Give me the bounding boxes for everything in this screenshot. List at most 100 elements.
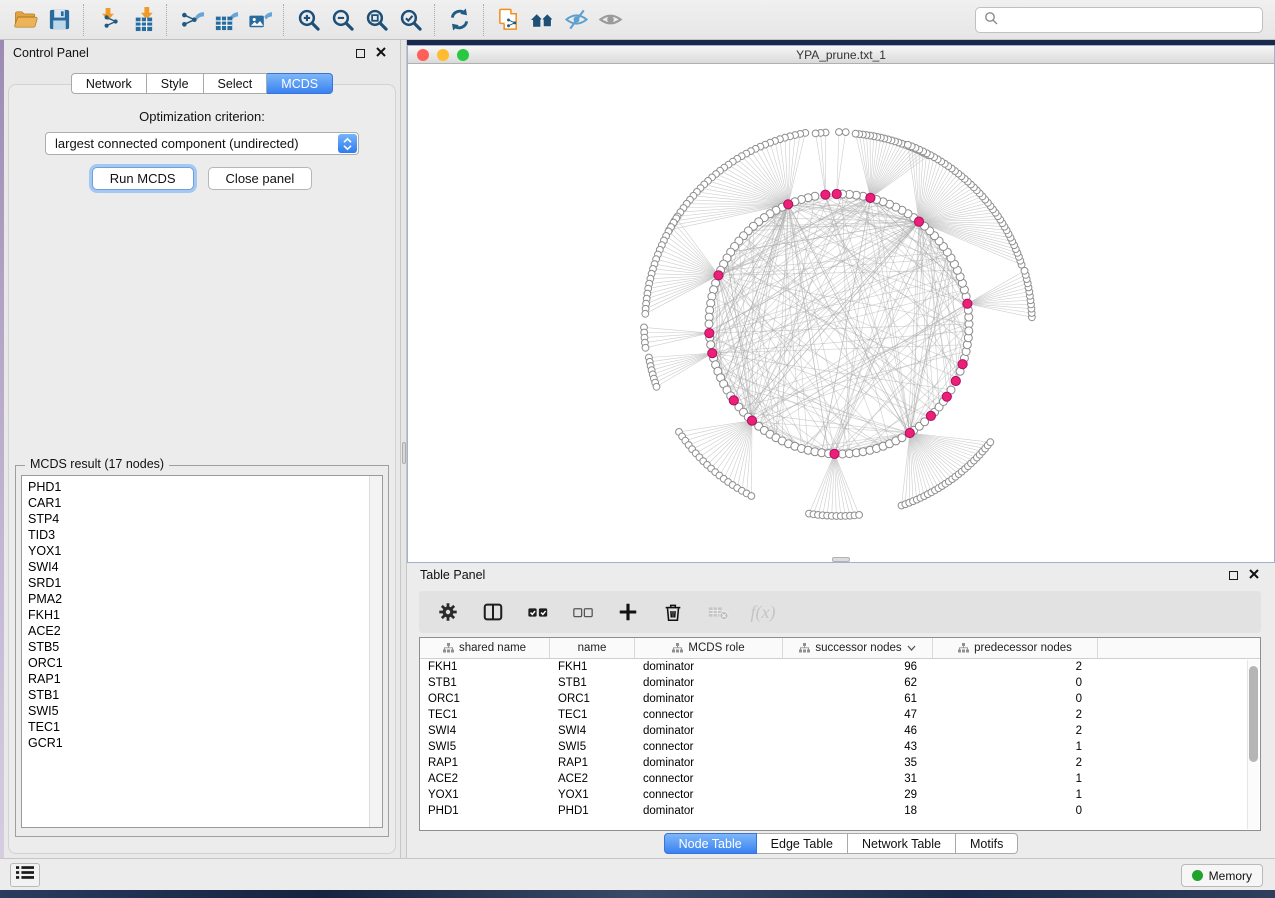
splitter-handle[interactable] — [402, 442, 406, 464]
mcds-result-item[interactable]: STB5 — [28, 639, 376, 655]
mcds-result-item[interactable]: GCR1 — [28, 735, 376, 751]
hide-selected-icon[interactable] — [559, 4, 593, 36]
toolbar-divider — [166, 4, 167, 36]
search-input[interactable] — [1004, 13, 1262, 27]
network-window-titlebar[interactable]: YPA_prune.txt_1 — [408, 46, 1274, 64]
float-table-panel-icon[interactable] — [1229, 571, 1238, 580]
mcds-result-item[interactable]: YOX1 — [28, 543, 376, 559]
float-panel-icon[interactable] — [356, 49, 365, 58]
zoom-out-icon[interactable] — [325, 4, 359, 36]
table-cell: ORC1 — [420, 691, 550, 707]
table-row[interactable]: TEC1TEC1connector472 — [420, 707, 1260, 723]
mcds-result-item[interactable]: ACE2 — [28, 623, 376, 639]
toolbar-divider — [283, 4, 284, 36]
table-cell: connector — [635, 771, 783, 787]
table-panel: Table Panel f(x) shared namenameMCDS rol… — [407, 563, 1275, 858]
mcds-result-item[interactable]: FKH1 — [28, 607, 376, 623]
optimization-criterion-select[interactable]: largest connected component (undirected) — [45, 132, 359, 155]
tab-network-table[interactable]: Network Table — [848, 833, 956, 854]
table-mode-icon[interactable] — [481, 600, 505, 624]
mcds-result-item[interactable]: SWI5 — [28, 703, 376, 719]
select-all-rows-icon[interactable] — [526, 600, 550, 624]
table-cell: dominator — [635, 691, 783, 707]
mcds-result-item[interactable]: RAP1 — [28, 671, 376, 687]
table-row[interactable]: ORC1ORC1dominator610 — [420, 691, 1260, 707]
deselect-all-rows-icon[interactable] — [571, 600, 595, 624]
memory-button[interactable]: Memory — [1181, 864, 1263, 887]
run-mcds-button[interactable]: Run MCDS — [92, 167, 194, 190]
mcds-result-list[interactable]: PHD1CAR1STP4TID3YOX1SWI4SRD1PMA2FKH1ACE2… — [21, 475, 383, 828]
add-column-icon[interactable] — [616, 600, 640, 624]
table-cell: RAP1 — [550, 755, 635, 771]
close-panel-button[interactable]: Close panel — [208, 167, 313, 190]
column-header-predecessor-nodes[interactable]: predecessor nodes — [933, 638, 1098, 658]
table-row[interactable]: RAP1RAP1dominator352 — [420, 755, 1260, 771]
mcds-result-item[interactable]: CAR1 — [28, 495, 376, 511]
close-table-panel-icon[interactable] — [1249, 566, 1259, 584]
tab-select[interactable]: Select — [204, 73, 268, 94]
open-session-icon[interactable] — [8, 4, 42, 36]
column-header-MCDS-role[interactable]: MCDS role — [635, 638, 783, 658]
zoom-in-icon[interactable] — [291, 4, 325, 36]
table-cell: SWI4 — [550, 723, 635, 739]
zoom-selected-icon[interactable] — [393, 4, 427, 36]
mcds-result-item[interactable]: PMA2 — [28, 591, 376, 607]
mcds-result-item[interactable]: STP4 — [28, 511, 376, 527]
table-cell: 2 — [933, 755, 1098, 771]
table-row[interactable]: SWI5SWI5connector431 — [420, 739, 1260, 755]
column-header-shared-name[interactable]: shared name — [420, 638, 550, 658]
panel-list-button[interactable] — [10, 863, 40, 887]
table-settings-icon[interactable] — [436, 600, 460, 624]
table-cell: 0 — [933, 803, 1098, 819]
export-table-icon[interactable] — [208, 4, 242, 36]
network-canvas[interactable] — [408, 65, 1274, 562]
tab-style[interactable]: Style — [147, 73, 204, 94]
table-toolbar: f(x) — [419, 591, 1261, 633]
vertical-splitter[interactable] — [400, 40, 407, 858]
tab-node-table[interactable]: Node Table — [664, 833, 757, 854]
column-header-name[interactable]: name — [550, 638, 635, 658]
table-row[interactable]: FKH1FKH1dominator962 — [420, 659, 1260, 675]
horizontal-splitter-handle[interactable] — [832, 557, 850, 562]
export-image-icon[interactable] — [242, 4, 276, 36]
delete-columns-icon[interactable] — [661, 600, 685, 624]
mcds-result-item[interactable]: STB1 — [28, 687, 376, 703]
zoom-fit-icon[interactable] — [359, 4, 393, 36]
mcds-result-item[interactable]: SRD1 — [28, 575, 376, 591]
mcds-result-item[interactable]: TEC1 — [28, 719, 376, 735]
table-row[interactable]: SWI4SWI4dominator462 — [420, 723, 1260, 739]
first-neighbors-icon[interactable] — [525, 4, 559, 36]
tab-network[interactable]: Network — [71, 73, 147, 94]
tab-edge-table[interactable]: Edge Table — [757, 833, 848, 854]
import-table-icon[interactable] — [125, 4, 159, 36]
tab-motifs[interactable]: Motifs — [956, 833, 1018, 854]
tab-mcds[interactable]: MCDS — [267, 73, 333, 94]
table-row[interactable]: ACE2ACE2connector311 — [420, 771, 1260, 787]
duplicate-network-icon[interactable] — [491, 4, 525, 36]
import-network-icon[interactable] — [91, 4, 125, 36]
table-scrollbar-thumb[interactable] — [1249, 666, 1258, 762]
mcds-result-item[interactable]: ORC1 — [28, 655, 376, 671]
apply-layout-icon[interactable] — [442, 4, 476, 36]
table-cell: 2 — [933, 723, 1098, 739]
show-all-icon[interactable] — [593, 4, 627, 36]
mcds-result-item[interactable]: SWI4 — [28, 559, 376, 575]
close-panel-icon[interactable] — [376, 44, 386, 62]
optimization-criterion-label: Optimization criterion: — [9, 109, 395, 124]
table-tabs: Node TableEdge TableNetwork TableMotifs — [407, 833, 1275, 854]
mcds-result-title: MCDS result (17 nodes) — [25, 457, 169, 471]
table-scrollbar[interactable] — [1247, 660, 1259, 829]
search-box[interactable] — [975, 7, 1263, 33]
table-cell: TEC1 — [420, 707, 550, 723]
table-cell: 96 — [783, 659, 933, 675]
save-session-icon[interactable] — [42, 4, 76, 36]
delete-table-icon — [706, 600, 730, 624]
column-header-successor-nodes[interactable]: successor nodes — [783, 638, 933, 658]
mcds-result-item[interactable]: PHD1 — [28, 479, 376, 495]
table-row[interactable]: STB1STB1dominator620 — [420, 675, 1260, 691]
table-row[interactable]: YOX1YOX1connector291 — [420, 787, 1260, 803]
export-network-icon[interactable] — [174, 4, 208, 36]
mcds-result-item[interactable]: TID3 — [28, 527, 376, 543]
mcds-list-scrollbar[interactable] — [369, 476, 382, 827]
table-row[interactable]: PHD1PHD1dominator180 — [420, 803, 1260, 819]
